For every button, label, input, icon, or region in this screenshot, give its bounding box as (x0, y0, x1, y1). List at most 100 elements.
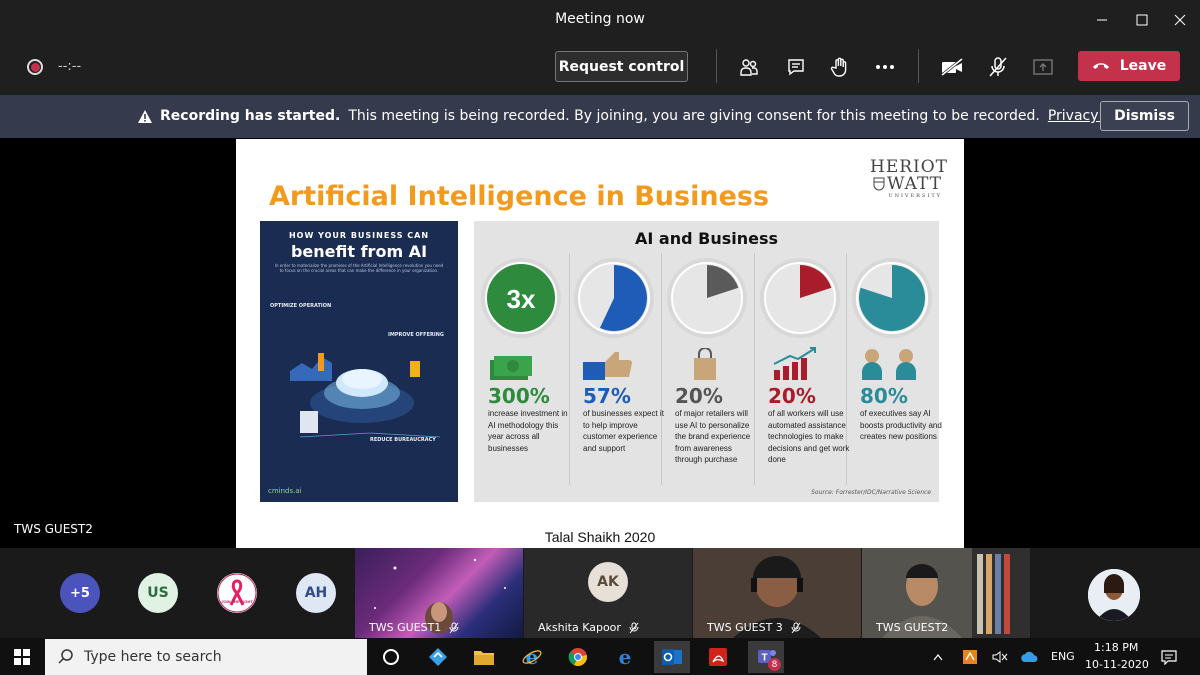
recording-consent-text: This meeting is being recorded. By joini… (348, 108, 1040, 124)
cminds-logo: cminds.ai (268, 487, 302, 495)
avatar[interactable] (1088, 569, 1140, 621)
taskbar-app[interactable] (420, 641, 456, 673)
onedrive-button[interactable] (1017, 641, 1043, 673)
overflow-participants[interactable]: +5 (60, 573, 100, 613)
mic-off-icon (989, 57, 1007, 77)
shopping-bag-icon (694, 348, 716, 380)
pie-20-workers (760, 258, 840, 338)
meeting-toolbar: --:-- Request control Leave (0, 40, 1200, 95)
stat-value: 57% (583, 384, 631, 408)
mic-toggle-button[interactable] (984, 53, 1012, 81)
speaker-muted-icon (992, 651, 1008, 663)
chat-button[interactable] (782, 53, 810, 81)
teams-meeting-window: Meeting now --:-- Request control Leave … (0, 0, 1200, 675)
stat-column: 20% of all workers will use automated as… (754, 256, 849, 487)
minimize-button[interactable] (1082, 0, 1122, 40)
meeting-timer: --:-- (58, 59, 82, 74)
stat-value: 300% (488, 384, 550, 408)
start-button[interactable] (4, 641, 40, 673)
language-indicator[interactable]: ENG (1051, 650, 1075, 663)
taskbar-app[interactable]: e (607, 641, 643, 673)
windows-logo-icon (14, 649, 30, 665)
outlook-icon (662, 649, 682, 665)
notifications-icon (1161, 650, 1177, 665)
tray-app-icon (963, 650, 977, 664)
crest-icon (873, 177, 885, 191)
taskbar-app[interactable]: e (514, 641, 550, 673)
taskbar-app[interactable]: T 8 (748, 641, 784, 673)
svg-text:e: e (619, 647, 632, 667)
svg-text:T: T (761, 653, 767, 664)
tray-app[interactable] (958, 641, 982, 673)
dismiss-button[interactable]: Dismiss (1100, 101, 1189, 131)
volume-button[interactable] (988, 641, 1012, 673)
svg-text:e: e (526, 647, 539, 667)
participant-name: TWS GUEST1 (369, 621, 459, 634)
toolbar-divider (716, 49, 717, 83)
windows-taskbar: Type here to search e e T 8 ENG 1:18 PM … (0, 638, 1200, 675)
request-control-button[interactable]: Request control (555, 51, 688, 82)
show-hidden-icons-button[interactable] (928, 641, 948, 673)
growth-chart-icon (773, 347, 816, 380)
taskbar-app[interactable] (654, 641, 690, 673)
participants-button[interactable] (735, 53, 763, 81)
taskbar-app[interactable] (700, 641, 736, 673)
window-title: Meeting now (555, 11, 645, 27)
stat-description: of businesses expect it to help improve … (583, 409, 664, 453)
shared-slide: Artificial Intelligence in Business HERI… (236, 139, 964, 548)
avatar[interactable]: JOIN THE FIGHT (217, 573, 257, 613)
participant-name: TWS GUEST 3 (707, 621, 801, 634)
clock-date[interactable]: 10-11-2020 (1085, 658, 1149, 671)
raise-hand-button[interactable] (826, 53, 854, 81)
task-view-button[interactable] (373, 641, 409, 673)
recording-message: Recording has started. This meeting is b… (138, 108, 1144, 124)
taskbar-app[interactable] (560, 641, 596, 673)
snip-sketch-icon (429, 648, 447, 666)
avatar: AK (588, 562, 628, 602)
camera-toggle-button[interactable] (938, 53, 966, 81)
recording-banner: Recording has started. This meeting is b… (0, 95, 1200, 138)
executives-icon (862, 349, 916, 380)
raise-hand-icon (830, 57, 847, 77)
stat-description: of executives say AI boosts productivity… (860, 409, 942, 441)
teams-badge: 8 (768, 658, 781, 671)
chrome-icon (568, 648, 588, 666)
warning-icon (138, 109, 152, 123)
thumbs-up-icon (583, 352, 632, 380)
infographic-subheading: HOW YOUR BUSINESS CAN (288, 231, 430, 240)
pie-3x: 3x (481, 258, 561, 338)
avatar[interactable]: AH (296, 573, 336, 613)
search-placeholder: Type here to search (84, 649, 222, 665)
maximize-button[interactable] (1122, 0, 1162, 40)
internet-explorer-icon: e (522, 647, 542, 667)
profile-photo (1088, 569, 1140, 621)
shared-screen-stage: Artificial Intelligence in Business HERI… (0, 138, 1200, 548)
stat-value: 20% (675, 384, 723, 408)
pie-57 (574, 258, 654, 338)
ribbon-logo-icon: JOIN THE FIGHT (217, 573, 257, 613)
more-actions-button[interactable] (871, 53, 899, 81)
recording-indicator-icon (27, 59, 43, 75)
stat-value: 20% (768, 384, 816, 408)
taskbar-search-box[interactable]: Type here to search (45, 639, 367, 675)
participant-video-tile[interactable]: TWS GUEST2 (862, 548, 1030, 638)
edge-icon: e (619, 647, 632, 667)
share-button[interactable] (1029, 53, 1057, 81)
avatar[interactable]: US (138, 573, 178, 613)
infographic-intro: In order to materialize the promises of … (274, 263, 444, 273)
share-tray-icon (1033, 59, 1053, 75)
clock-time[interactable]: 1:18 PM (1094, 641, 1138, 654)
leave-button[interactable]: Leave (1078, 51, 1180, 81)
source-note: Source: Forrester/IDC/Narrative Science (811, 489, 931, 496)
pie-20-retail (667, 258, 747, 338)
participant-video-tile[interactable]: TWS GUEST1 (355, 548, 523, 638)
action-center-button[interactable] (1154, 641, 1184, 673)
chat-icon (788, 59, 804, 76)
chevron-up-icon (933, 654, 943, 661)
camera-off-icon (941, 57, 963, 77)
close-button[interactable] (1160, 0, 1200, 40)
taskbar-app[interactable] (466, 641, 502, 673)
participant-video-tile[interactable]: TWS GUEST 3 (693, 548, 861, 638)
section-optimize: OPTIMIZE OPERATION (270, 303, 332, 309)
participant-tile[interactable]: AK Akshita Kapoor (524, 548, 692, 638)
